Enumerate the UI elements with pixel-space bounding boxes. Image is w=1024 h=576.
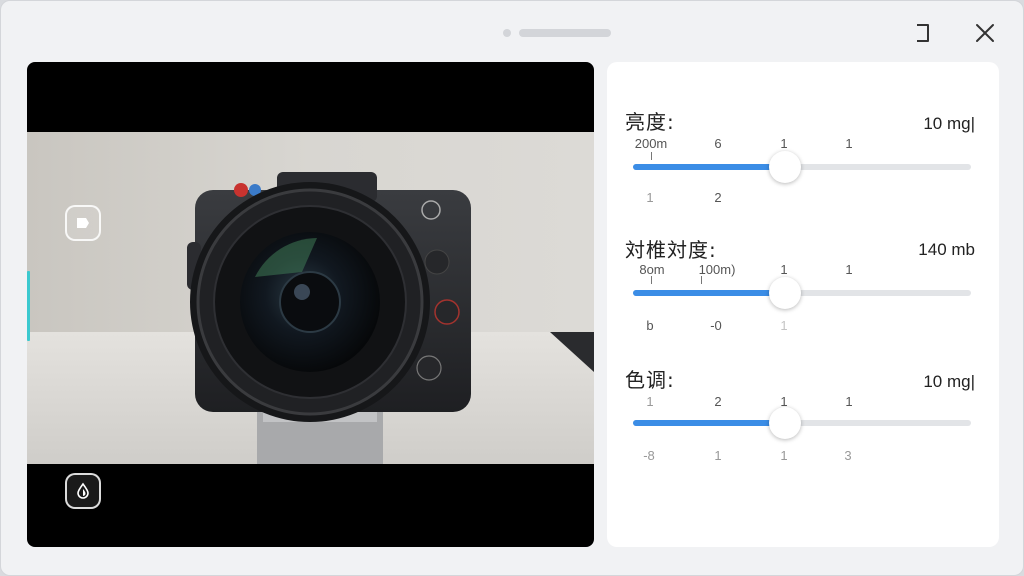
hue-section: 色调: 10 mg| 1 2 1 1 -8 1 1 3 (607, 360, 999, 480)
tag-button[interactable] (65, 205, 101, 241)
color-drop-icon (77, 482, 89, 499)
tick-bottom: 1 (646, 190, 654, 205)
slider-label: 対椎対度: (625, 238, 717, 262)
slider-fill (633, 164, 786, 170)
app-window: 亮度: 10 mg| 200m 6 1 1 1 2 対椎対度: 140 mb 8… (0, 0, 1024, 576)
tick-bottom: 3 (844, 448, 852, 463)
brightness-slider[interactable] (633, 151, 971, 183)
side-indicator (27, 271, 30, 341)
adjustment-panel: 亮度: 10 mg| 200m 6 1 1 1 2 対椎対度: 140 mb 8… (607, 62, 999, 547)
tick-bottom: 1 (714, 448, 722, 463)
color-adjust-button[interactable] (65, 473, 101, 509)
close-button[interactable] (971, 19, 999, 47)
tick-top: 6 (714, 136, 722, 151)
tick-top: 1 (780, 136, 788, 151)
drag-handle[interactable] (503, 28, 613, 37)
restore-icon (917, 24, 929, 42)
tick-top: 1 (780, 262, 788, 277)
tick-bottom: 1 (780, 448, 788, 463)
slider-value: 10 mg| (923, 114, 975, 133)
tick-top: 1 (845, 262, 853, 277)
slider-thumb[interactable] (769, 407, 802, 439)
slider-fill (633, 290, 786, 296)
tag-icon (77, 218, 89, 228)
tick-top: 8om (639, 262, 665, 277)
slider-value: 140 mb (918, 240, 975, 259)
tick-bottom: 1 (780, 318, 788, 333)
slider-fill (633, 420, 786, 426)
drag-dot (503, 29, 511, 37)
tick-mark (651, 152, 652, 160)
preview-image (27, 132, 594, 464)
slider-value: 10 mg| (923, 372, 975, 391)
slider-label: 色调: (625, 368, 675, 392)
tick-top: 1 (845, 136, 853, 151)
tick-mark (701, 276, 702, 284)
close-icon (976, 24, 994, 42)
tick-top: 100m) (698, 262, 736, 277)
restore-button[interactable] (909, 19, 937, 47)
hue-slider[interactable] (633, 407, 971, 439)
contrast-slider[interactable] (633, 277, 971, 309)
tick-top: 200m (634, 136, 668, 151)
tick-top: 1 (646, 394, 654, 409)
tick-bottom: 2 (714, 190, 722, 205)
drag-bar[interactable] (519, 29, 611, 37)
tick-bottom: -8 (643, 448, 655, 463)
tick-mark (651, 276, 652, 284)
tick-bottom: b (646, 318, 654, 333)
camera-preview (27, 62, 594, 547)
slider-thumb[interactable] (769, 277, 802, 309)
slider-thumb[interactable] (769, 151, 802, 183)
slider-label: 亮度: (625, 110, 675, 134)
tick-bottom: -0 (710, 318, 722, 333)
tick-top: 1 (845, 394, 853, 409)
tick-top: 2 (714, 394, 722, 409)
brightness-section: 亮度: 10 mg| 200m 6 1 1 1 2 (607, 102, 999, 222)
contrast-section: 対椎対度: 140 mb 8om 100m) 1 1 b -0 1 (607, 230, 999, 350)
